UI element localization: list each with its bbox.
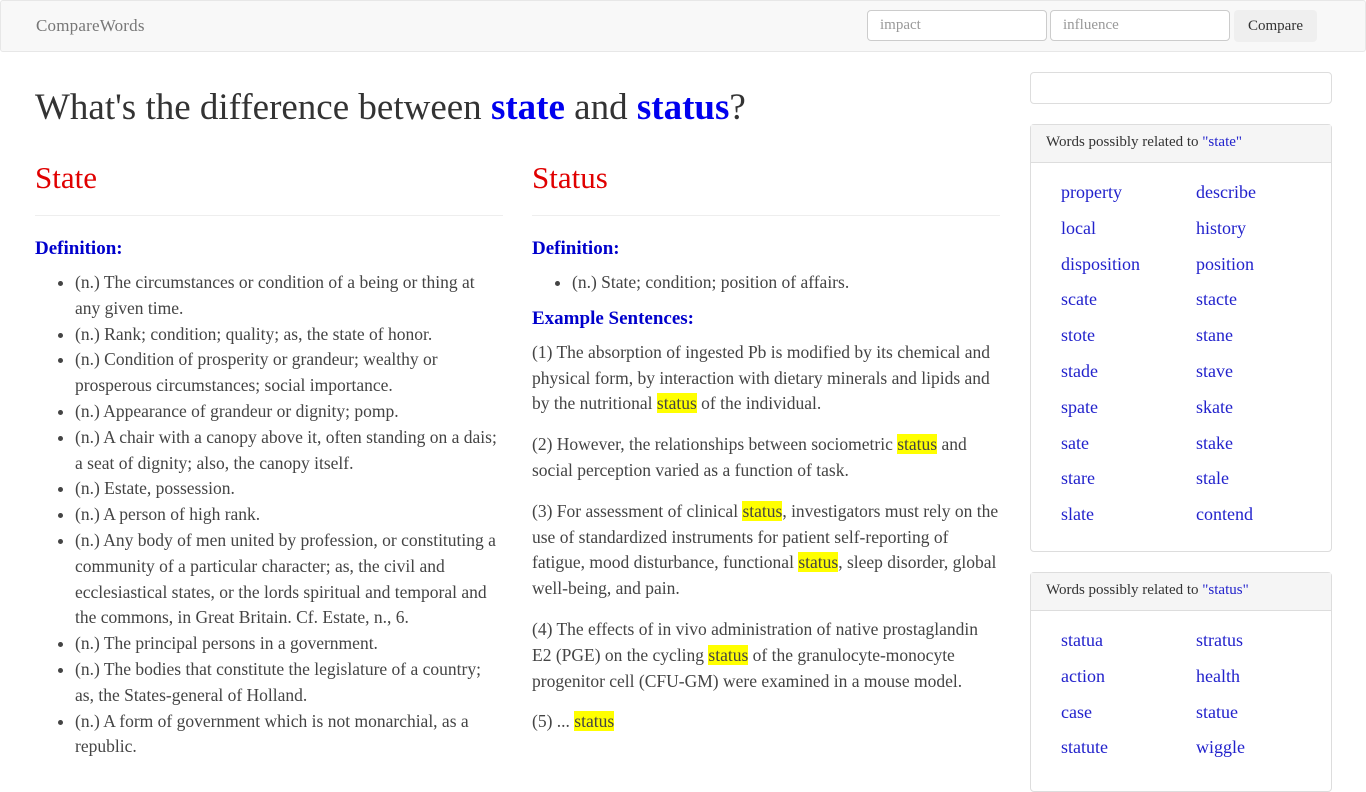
related-word-link[interactable]: stale	[1196, 461, 1316, 497]
related-word-link[interactable]: position	[1196, 247, 1316, 283]
related-status-words: statua stratus action health case statue statu…	[1031, 611, 1331, 766]
title-mid: and	[564, 87, 637, 128]
header-word: "state"	[1202, 134, 1243, 150]
definition-item: (n.) A chair with a canopy above it, oft…	[75, 425, 503, 477]
related-word-link[interactable]: health	[1196, 659, 1316, 695]
related-word-link[interactable]: contend	[1196, 497, 1316, 533]
status-definition-label: Definition:	[532, 238, 620, 259]
highlighted-word: status	[574, 711, 615, 732]
definition-item: (n.) A form of government which is not m…	[75, 709, 503, 761]
title-word2: status	[636, 87, 730, 128]
sidebar-ad-box	[1030, 72, 1332, 104]
related-word-link[interactable]: local	[1061, 211, 1196, 247]
title-prefix: What's the difference between	[35, 87, 491, 128]
navbar: CompareWords Compare	[0, 0, 1366, 52]
related-word-link[interactable]: slate	[1061, 497, 1196, 533]
definition-item: (n.) Rank; condition; quality; as, the s…	[75, 322, 503, 348]
related-word-link[interactable]: history	[1196, 211, 1316, 247]
related-word-link[interactable]: stacte	[1196, 282, 1316, 318]
related-word-link[interactable]: stave	[1196, 354, 1316, 390]
related-word-link[interactable]: skate	[1196, 390, 1316, 426]
highlighted-word: status	[742, 500, 783, 521]
definition-item: (n.) Appearance of grandeur or dignity; …	[75, 399, 503, 425]
highlighted-word: status	[798, 552, 839, 573]
definition-item: (n.) Any body of men united by professio…	[75, 528, 503, 631]
title-suffix: ?	[729, 87, 746, 128]
related-state-words: property describe local history disposition p…	[1031, 163, 1331, 533]
status-heading: Status	[532, 158, 1000, 216]
related-word-link[interactable]: stare	[1061, 461, 1196, 497]
definition-item: (n.) The bodies that constitute the legi…	[75, 657, 503, 709]
related-word-link[interactable]: spate	[1061, 390, 1196, 426]
title-word1: state	[490, 87, 565, 128]
brand-logo[interactable]: CompareWords	[36, 16, 145, 36]
related-state-panel: Words possibly related to "state" proper…	[1030, 124, 1332, 552]
related-word-link[interactable]: stade	[1061, 354, 1196, 390]
second-word-input[interactable]	[1050, 10, 1230, 41]
example-sentences: (1) The absorption of ingested Pb is mod…	[532, 340, 1000, 735]
header-word: "status"	[1202, 582, 1249, 598]
page-title: What's the difference between state and …	[35, 86, 746, 129]
related-word-link[interactable]: stote	[1061, 318, 1196, 354]
related-word-link[interactable]: statute	[1061, 730, 1196, 766]
status-column: Status Definition: (n.) State; condition…	[532, 158, 1000, 750]
status-definition-list: (n.) State; condition; position of affai…	[532, 270, 1000, 296]
example-sentence: (2) However, the relationships between s…	[532, 434, 967, 480]
definition-item: (n.) Condition of prosperity or grandeur…	[75, 347, 503, 399]
related-word-link[interactable]: stane	[1196, 318, 1316, 354]
definition-item: (n.) The circumstances or condition of a…	[75, 270, 503, 322]
example-sentence: (1) The absorption of ingested Pb is mod…	[532, 341, 990, 414]
highlighted-word: status	[897, 434, 938, 455]
related-state-header: Words possibly related to "state"	[1031, 125, 1331, 163]
example-sentence: (4) The effects of in vivo administratio…	[532, 618, 978, 691]
example-sentence: (5) ... status	[532, 711, 615, 732]
related-status-panel: Words possibly related to "status" statu…	[1030, 572, 1332, 792]
definition-item: (n.) The principal persons in a governme…	[75, 631, 503, 657]
related-word-link[interactable]: case	[1061, 695, 1196, 731]
related-word-link[interactable]: property	[1061, 175, 1196, 211]
definition-item: (n.) Estate, possession.	[75, 476, 503, 502]
related-word-link[interactable]: scate	[1061, 282, 1196, 318]
definition-item: (n.) State; condition; position of affai…	[572, 270, 1000, 296]
related-word-link[interactable]: stake	[1196, 426, 1316, 462]
related-word-link[interactable]: stratus	[1196, 623, 1316, 659]
state-column: State Definition: (n.) The circumstances…	[35, 158, 503, 760]
related-word-link[interactable]: action	[1061, 659, 1196, 695]
header-prefix: Words possibly related to	[1046, 134, 1203, 150]
first-word-input[interactable]	[867, 10, 1047, 41]
example-sentences-label: Example Sentences:	[532, 307, 695, 329]
related-word-link[interactable]: describe	[1196, 175, 1316, 211]
related-status-header: Words possibly related to "status"	[1031, 573, 1331, 611]
example-sentence: (3) For assessment of clinical status, i…	[532, 500, 999, 599]
state-definition-label: Definition:	[35, 238, 123, 259]
state-definition-list: (n.) The circumstances or condition of a…	[35, 270, 503, 760]
highlighted-word: status	[656, 393, 697, 414]
related-word-link[interactable]: disposition	[1061, 247, 1196, 283]
related-word-link[interactable]: statua	[1061, 623, 1196, 659]
compare-button[interactable]: Compare	[1234, 10, 1317, 42]
header-prefix: Words possibly related to	[1046, 582, 1203, 598]
state-heading: State	[35, 158, 503, 216]
related-word-link[interactable]: sate	[1061, 426, 1196, 462]
definition-item: (n.) A person of high rank.	[75, 502, 503, 528]
related-word-link[interactable]: wiggle	[1196, 730, 1316, 766]
related-word-link[interactable]: statue	[1196, 695, 1316, 731]
highlighted-word: status	[708, 644, 749, 665]
